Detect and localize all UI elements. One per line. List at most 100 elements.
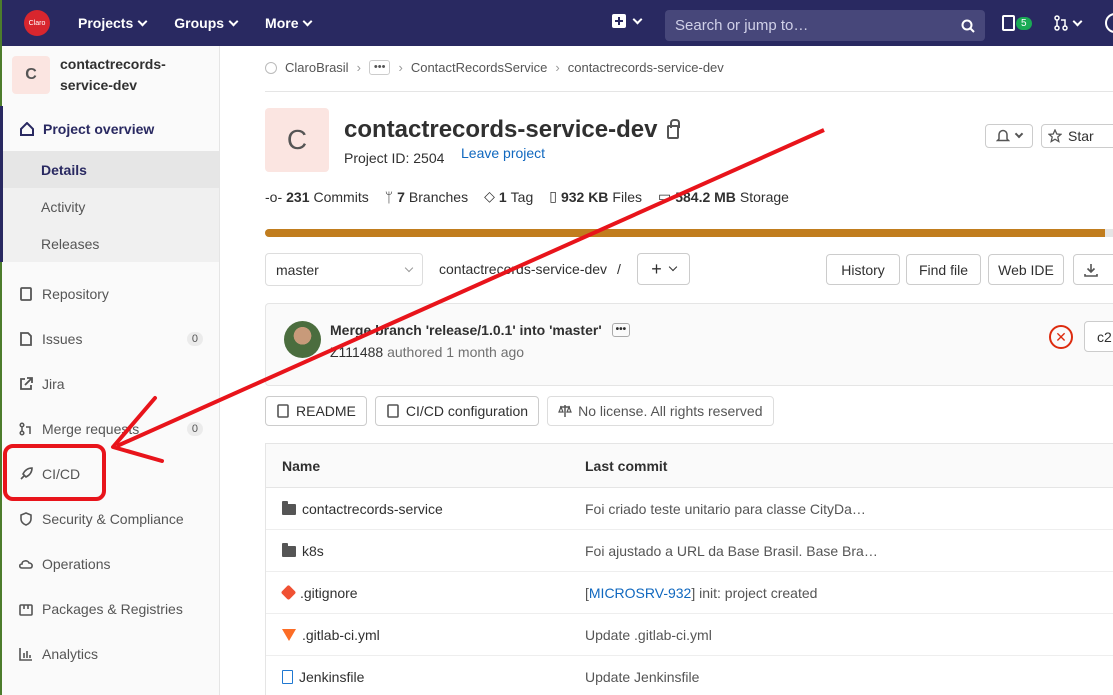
sidebar-item-analytics[interactable]: Analytics <box>2 631 219 676</box>
shield-icon <box>18 511 34 527</box>
sidebar-subitem-label: Releases <box>41 235 100 252</box>
table-row[interactable]: Jenkinsfile Update Jenkinsfile <box>266 656 1113 695</box>
sidebar-project-header[interactable]: C contactrecords-service-dev <box>2 46 219 106</box>
merge-requests-nav[interactable] <box>1053 15 1083 31</box>
file-last-commit[interactable]: Update Jenkinsfile <box>585 669 1113 685</box>
notification-button[interactable] <box>985 124 1033 148</box>
branch-selector[interactable]: master <box>265 253 423 286</box>
file-name-link[interactable]: contactrecords-service <box>302 501 443 517</box>
issues-nav[interactable]: 5 <box>1002 15 1032 31</box>
add-file-dropdown[interactable]: + <box>637 253 690 285</box>
column-name-header: Name <box>282 457 321 474</box>
column-last-commit-header: Last commit <box>585 457 668 474</box>
table-row[interactable]: contactrecords-service Foi criado teste … <box>266 488 1113 530</box>
leave-project-link[interactable]: Leave project <box>461 145 545 161</box>
repo-path-link[interactable]: contactrecords-service-dev <box>439 261 607 277</box>
doc-icon <box>387 404 399 418</box>
file-name-link[interactable]: .gitignore <box>300 585 358 601</box>
files-size: 932 KB <box>560 188 609 205</box>
storage-label: Storage <box>739 188 789 205</box>
issues-count-badge: 5 <box>1016 16 1032 30</box>
search-input[interactable] <box>675 17 961 34</box>
sidebar-item-project-overview[interactable]: Project overview <box>3 106 219 151</box>
history-button[interactable]: History <box>826 254 900 285</box>
branches-stat[interactable]: ᛘ 7 Branches <box>385 188 468 205</box>
path-separator: / <box>616 261 621 277</box>
breadcrumb-root[interactable]: ClaroBrasil <box>285 60 349 75</box>
file-name-link[interactable]: .gitlab-ci.yml <box>302 627 380 643</box>
author-avatar[interactable] <box>284 321 321 358</box>
storage-size: 584.2 MB <box>675 188 736 205</box>
breadcrumb-separator: › <box>356 60 361 75</box>
commit-sha-button[interactable]: c2 <box>1084 321 1113 352</box>
license-info: No license. All rights reserved <box>547 396 774 426</box>
pipeline-failed-icon[interactable]: ✕ <box>1049 325 1073 349</box>
plus-icon <box>612 14 626 28</box>
commit-time: authored 1 month ago <box>387 344 525 360</box>
sidebar-subitem-details[interactable]: Details <box>3 151 219 188</box>
commits-stat[interactable]: -o- 231 Commits <box>265 188 369 205</box>
breadcrumb-group[interactable]: ContactRecordsService <box>411 60 548 75</box>
file-name-link[interactable]: k8s <box>302 543 324 559</box>
storage-stat[interactable]: ▭ 584.2 MB Storage <box>658 188 789 205</box>
cicd-configuration-button[interactable]: CI/CD configuration <box>374 396 540 426</box>
breadcrumb-project[interactable]: contactrecords-service-dev <box>568 60 724 75</box>
folder-icon <box>282 501 296 515</box>
project-id: Project ID: 2504 <box>344 150 445 166</box>
help-nav[interactable] <box>1104 13 1113 33</box>
project-quick-links: README CI/CD configuration No license. A… <box>265 396 774 426</box>
claro-logo[interactable]: Claro <box>24 10 50 36</box>
storage-usage-bar <box>265 229 1113 237</box>
table-row[interactable]: .gitlab-ci.yml Update .gitlab-ci.yml <box>266 614 1113 656</box>
file-icon: ▯ <box>549 188 557 204</box>
top-navbar: Claro Projects Groups More 5 <box>0 0 1113 46</box>
rocket-icon <box>18 466 34 482</box>
bell-icon <box>996 129 1010 142</box>
more-menu[interactable]: More <box>265 15 313 31</box>
files-label: Files <box>612 188 642 205</box>
file-last-commit[interactable]: Foi criado teste unitario para classe Ci… <box>585 501 1113 517</box>
files-stat[interactable]: ▯ 932 KB Files <box>549 188 642 205</box>
search-bar[interactable] <box>665 10 985 41</box>
sidebar-item-security[interactable]: Security & Compliance <box>2 496 219 541</box>
issue-reference-link[interactable]: MICROSRV-932 <box>589 585 691 601</box>
file-last-commit[interactable]: Foi ajustado a URL da Base Brasil. Base … <box>585 543 1113 559</box>
sidebar-item-operations[interactable]: Operations <box>2 541 219 586</box>
sidebar-item-repository[interactable]: Repository <box>2 271 219 316</box>
lock-icon <box>667 119 681 139</box>
tags-stat[interactable]: ◇ 1 Tag <box>484 188 533 205</box>
sidebar-item-label: Analytics <box>42 645 99 662</box>
find-file-button[interactable]: Find file <box>906 254 981 285</box>
new-item-dropdown[interactable] <box>612 14 643 28</box>
branches-label: Branches <box>408 188 469 205</box>
file-last-commit[interactable]: [MICROSRV-932] init: project created <box>585 585 1113 601</box>
file-last-commit[interactable]: Update .gitlab-ci.yml <box>585 627 1113 643</box>
table-row[interactable]: .gitignore [MICROSRV-932] init: project … <box>266 572 1113 614</box>
table-row[interactable]: k8s Foi ajustado a URL da Base Brasil. B… <box>266 530 1113 572</box>
divider <box>265 91 1113 92</box>
sidebar-item-label: Merge requests <box>42 420 140 437</box>
external-link-icon <box>18 376 34 392</box>
groups-menu[interactable]: Groups <box>174 15 239 31</box>
sidebar-subitem-releases[interactable]: Releases <box>3 225 219 262</box>
sidebar-subitem-activity[interactable]: Activity <box>3 188 219 225</box>
readme-button[interactable]: README <box>265 396 367 426</box>
merge-request-icon <box>1053 15 1068 31</box>
sidebar-item-jira[interactable]: Jira <box>2 361 219 406</box>
sidebar-item-cicd[interactable]: CI/CD <box>2 451 219 496</box>
file-name-link[interactable]: Jenkinsfile <box>299 669 364 685</box>
issues-icon <box>18 331 34 347</box>
breadcrumb-ellipsis-button[interactable]: ••• <box>368 60 391 75</box>
projects-menu[interactable]: Projects <box>78 15 148 31</box>
sidebar-item-merge-requests[interactable]: Merge requests 0 <box>2 406 219 451</box>
commit-title-link[interactable]: Merge branch 'release/1.0.1' into 'maste… <box>330 322 602 338</box>
expand-commit-button[interactable]: ••• <box>611 323 631 337</box>
web-ide-button[interactable]: Web IDE <box>988 254 1064 285</box>
sidebar-item-packages[interactable]: Packages & Registries <box>2 586 219 631</box>
sidebar-item-label: Operations <box>42 555 111 572</box>
chevron-down-icon <box>1014 129 1024 139</box>
star-button[interactable]: Star <box>1041 124 1113 148</box>
download-button[interactable] <box>1073 254 1113 285</box>
sidebar-item-issues[interactable]: Issues 0 <box>2 316 219 361</box>
commit-author[interactable]: Z111488 <box>330 344 383 360</box>
